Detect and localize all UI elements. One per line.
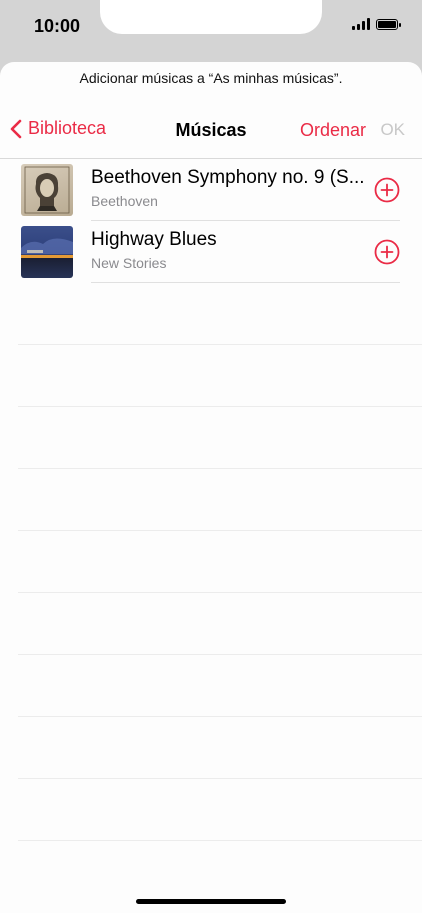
ok-button[interactable]: OK (380, 120, 405, 140)
add-songs-sheet: Adicionar músicas a “As minhas músicas”.… (0, 62, 422, 913)
status-bar: 10:00 (0, 0, 422, 56)
add-circle-icon[interactable] (374, 177, 400, 203)
song-info: Beethoven Symphony no. 9 (S... Beethoven (91, 167, 365, 209)
empty-row-divider (18, 344, 422, 345)
list-item[interactable]: Beethoven Symphony no. 9 (S... Beethoven (0, 159, 422, 221)
empty-row-divider (18, 654, 422, 655)
status-time: 10:00 (34, 16, 81, 36)
song-artist: Beethoven (91, 193, 158, 209)
back-button-label: Biblioteca (28, 118, 107, 138)
empty-row-divider (18, 592, 422, 593)
list-item[interactable]: Highway Blues New Stories (0, 221, 422, 283)
song-info: Highway Blues New Stories (91, 229, 217, 271)
empty-row-divider (18, 840, 422, 841)
song-artist: New Stories (91, 255, 167, 271)
empty-row-divider (18, 530, 422, 531)
sort-button[interactable]: Ordenar (300, 120, 366, 141)
empty-row-divider (18, 716, 422, 717)
home-indicator[interactable] (136, 899, 286, 904)
song-title: Beethoven Symphony no. 9 (S... (91, 167, 365, 188)
empty-row-divider (18, 406, 422, 407)
back-button[interactable]: Biblioteca (10, 118, 106, 139)
row-divider (91, 282, 400, 283)
album-art-beethoven (21, 164, 73, 216)
song-list: Beethoven Symphony no. 9 (S... Beethoven… (0, 159, 422, 283)
sheet-prompt: Adicionar músicas a “As minhas músicas”. (79, 70, 343, 86)
empty-row-divider (18, 778, 422, 779)
cellular-signal-icon (352, 18, 370, 30)
chevron-left-icon (10, 119, 22, 138)
album-art-highway-blues (21, 226, 73, 278)
device-notch (100, 0, 322, 34)
navigation-bar: Biblioteca Músicas Ordenar OK (0, 114, 422, 150)
empty-row-divider (18, 468, 422, 469)
add-circle-icon[interactable] (374, 239, 400, 265)
battery-icon (376, 18, 401, 30)
status-icons (352, 18, 401, 30)
song-title: Highway Blues (91, 229, 217, 250)
